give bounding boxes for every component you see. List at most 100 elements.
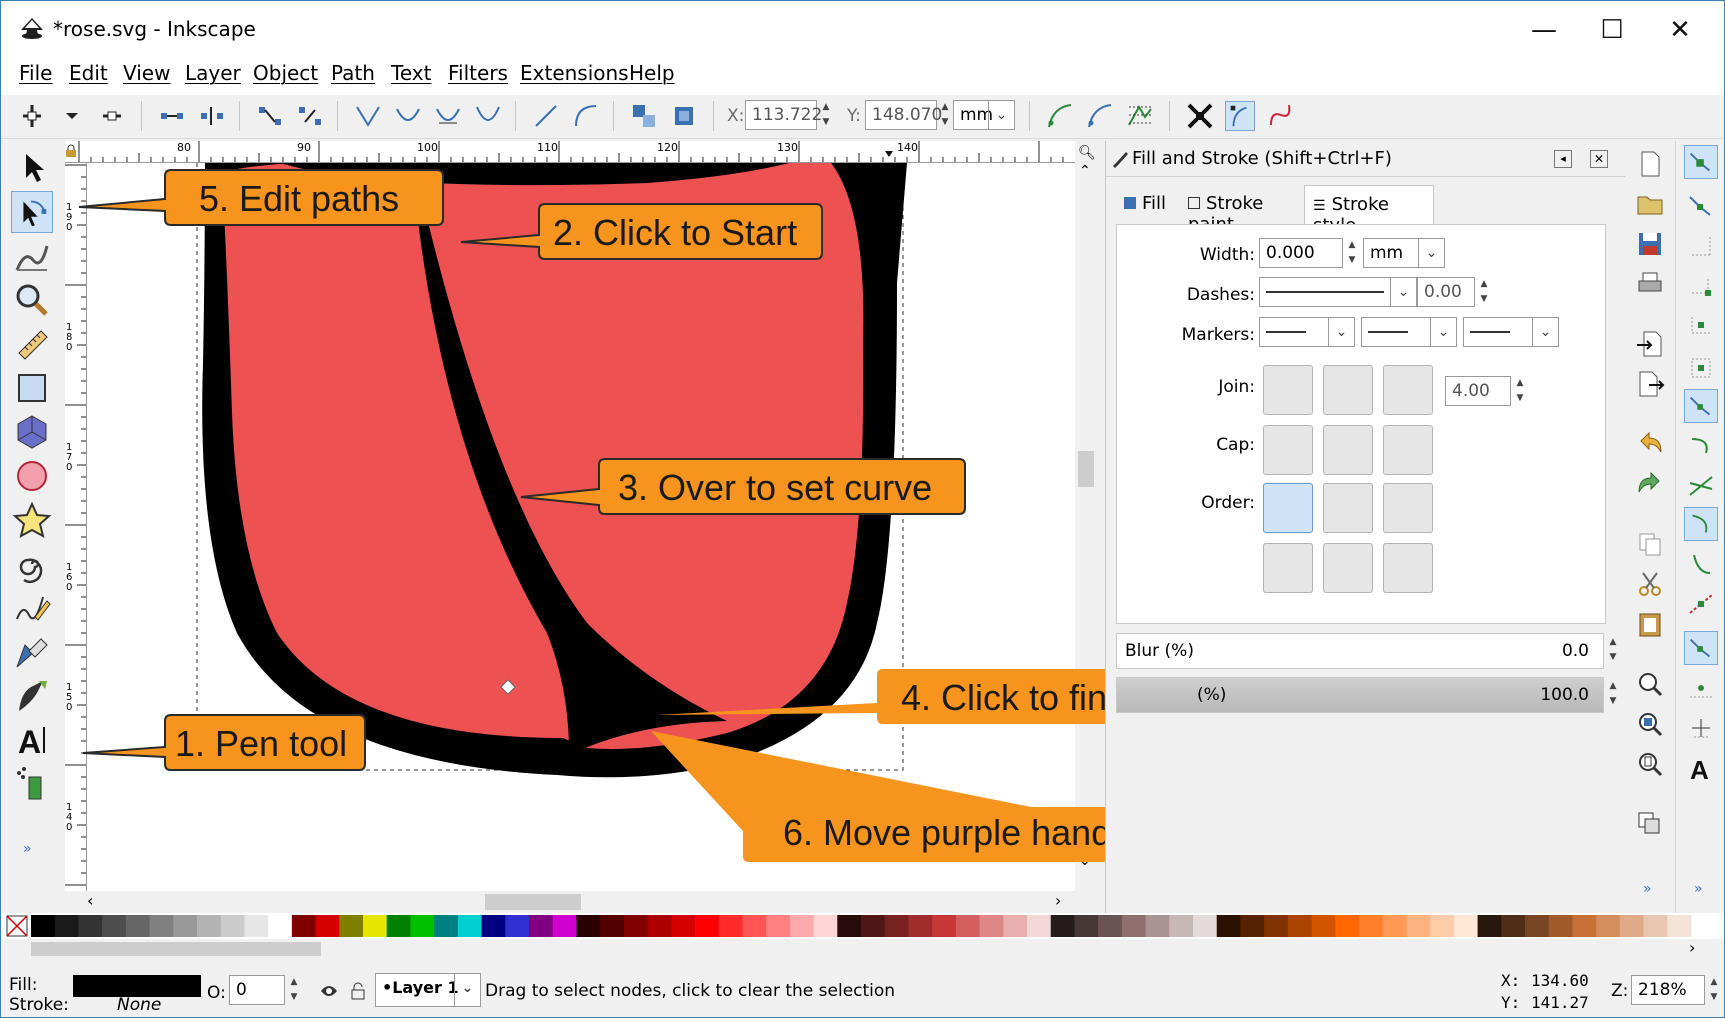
zoom-spin-arrows[interactable]: ▲ ▼	[1707, 975, 1721, 1005]
color-palette[interactable]	[1, 913, 1725, 939]
miter-spin-arrows[interactable]: ▲ ▼	[1513, 376, 1527, 406]
palette-swatch[interactable]	[1596, 915, 1621, 937]
palette-swatch[interactable]	[955, 915, 981, 937]
palette-swatch[interactable]	[434, 915, 459, 937]
palette-swatch[interactable]	[1619, 915, 1645, 937]
stroke-value[interactable]: None	[117, 995, 161, 1015]
undo-icon[interactable]	[1635, 429, 1665, 459]
palette-swatch[interactable]	[623, 915, 649, 937]
palette-swatch[interactable]	[1193, 915, 1218, 937]
fill-swatch[interactable]	[73, 975, 201, 997]
palette-swatch[interactable]	[1548, 915, 1573, 937]
palette-swatch[interactable]	[410, 915, 435, 937]
palette-swatch[interactable]	[1406, 915, 1431, 937]
join-round-button[interactable]	[1263, 365, 1313, 415]
end-marker-select[interactable]: ⌄	[1463, 317, 1559, 347]
snap-paths-icon[interactable]	[1684, 429, 1718, 463]
cut-icon[interactable]	[1635, 569, 1665, 599]
save-icon[interactable]	[1635, 229, 1665, 259]
palette-swatch[interactable]	[173, 915, 198, 937]
zoom-drawing-icon[interactable]	[1635, 709, 1665, 739]
more-commands-icon[interactable]: »	[1643, 881, 1652, 897]
tab-stroke-style[interactable]: ☰Stroke style	[1304, 185, 1434, 236]
palette-swatch[interactable]	[529, 915, 554, 937]
palette-swatch[interactable]	[339, 915, 364, 937]
tab-stroke-paint[interactable]: Stroke paint	[1180, 185, 1308, 235]
snap-intersection-icon[interactable]	[1684, 469, 1718, 503]
palette-swatch[interactable]	[718, 915, 743, 937]
palette-swatch[interactable]	[837, 915, 862, 937]
palette-swatch[interactable]	[1216, 915, 1241, 937]
palette-swatch[interactable]	[1643, 915, 1668, 937]
snap-text-baseline-icon[interactable]: A	[1684, 751, 1718, 785]
layer-lock-icon[interactable]	[349, 981, 367, 1001]
snap-bbox-edge-icon[interactable]	[1684, 229, 1718, 263]
zoom-selection-icon[interactable]	[1635, 669, 1665, 699]
palette-swatch[interactable]	[576, 915, 601, 937]
palette-swatch[interactable]	[1240, 915, 1265, 937]
order-stroke-fill-markers-button[interactable]	[1323, 483, 1373, 533]
miter-limit-input[interactable]: 4.00	[1445, 376, 1511, 406]
snap-center-icon[interactable]	[1684, 671, 1718, 705]
palette-swatch[interactable]	[457, 915, 483, 937]
palette-swatch[interactable]	[766, 915, 791, 937]
more-snap-icon[interactable]: »	[1694, 881, 1703, 897]
snap-bbox-icon[interactable]	[1684, 189, 1718, 223]
palette-swatch[interactable]	[979, 915, 1004, 937]
no-paint-swatch[interactable]	[6, 915, 28, 937]
palette-swatch[interactable]	[695, 915, 720, 937]
snap-midpoint-icon[interactable]	[1684, 587, 1718, 621]
opacity-spin-arrows[interactable]: ▲ ▼	[1606, 679, 1620, 709]
import-icon[interactable]	[1635, 329, 1665, 359]
tab-fill[interactable]: Fill	[1116, 185, 1180, 225]
snap-smooth-icon[interactable]	[1684, 547, 1718, 581]
palette-swatch[interactable]	[1501, 915, 1526, 937]
cap-round-button[interactable]	[1323, 425, 1373, 475]
palette-swatch[interactable]	[31, 915, 56, 937]
palette-swatch[interactable]	[363, 915, 388, 937]
order-stroke-markers-fill-button[interactable]	[1323, 543, 1373, 593]
palette-swatch[interactable]	[1335, 915, 1360, 937]
palette-swatch[interactable]	[1287, 915, 1313, 937]
palette-swatch[interactable]	[1382, 915, 1407, 937]
snap-bbox-midpoint-icon[interactable]	[1684, 309, 1718, 343]
palette-swatch[interactable]	[125, 915, 151, 937]
palette-swatches[interactable]	[1, 913, 1725, 939]
new-document-icon[interactable]	[1635, 149, 1665, 179]
palette-scroll-right-icon[interactable]: ›	[1689, 938, 1695, 957]
palette-swatch[interactable]	[1145, 915, 1170, 937]
order-markers-stroke-fill-button[interactable]	[1383, 543, 1433, 593]
palette-swatch[interactable]	[1572, 915, 1597, 937]
snap-rotation-center-icon[interactable]	[1684, 711, 1718, 745]
palette-swatch[interactable]	[315, 915, 340, 937]
order-fill-stroke-markers-button[interactable]	[1263, 483, 1313, 533]
palette-swatch[interactable]	[1027, 915, 1052, 937]
order-markers-fill-stroke-button[interactable]	[1263, 543, 1313, 593]
dialog-close-icon[interactable]: ✕	[1590, 150, 1608, 168]
palette-swatch[interactable]	[742, 915, 767, 937]
snap-cusp-icon[interactable]	[1684, 507, 1718, 541]
snap-nodes-icon[interactable]	[1684, 389, 1718, 423]
palette-swatch[interactable]	[908, 915, 933, 937]
palette-swatch[interactable]	[102, 915, 127, 937]
snap-others-icon[interactable]	[1684, 631, 1718, 665]
mid-marker-select[interactable]: ⌄	[1361, 317, 1457, 347]
palette-swatch[interactable]	[1098, 915, 1123, 937]
palette-swatch[interactable]	[1121, 915, 1147, 937]
blur-slider[interactable]: Blur (%) 0.0	[1116, 633, 1604, 669]
palette-swatch[interactable]	[386, 915, 411, 937]
zoom-page-icon[interactable]	[1635, 749, 1665, 779]
layer-select[interactable]: •Layer 1 ⌄	[375, 973, 481, 1007]
export-icon[interactable]	[1635, 369, 1665, 399]
width-unit-select[interactable]: mm ⌄	[1363, 238, 1445, 268]
start-marker-select[interactable]: ⌄	[1259, 317, 1355, 347]
palette-swatch[interactable]	[647, 915, 672, 937]
palette-swatch[interactable]	[1453, 915, 1479, 937]
palette-swatch[interactable]	[600, 915, 625, 937]
join-bevel-button[interactable]	[1323, 365, 1373, 415]
print-icon[interactable]	[1635, 269, 1665, 299]
palette-swatch[interactable]	[244, 915, 269, 937]
palette-swatch[interactable]	[1311, 915, 1336, 937]
dashes-offset-input[interactable]: 0.00	[1417, 277, 1475, 307]
palette-swatch[interactable]	[1359, 915, 1384, 937]
